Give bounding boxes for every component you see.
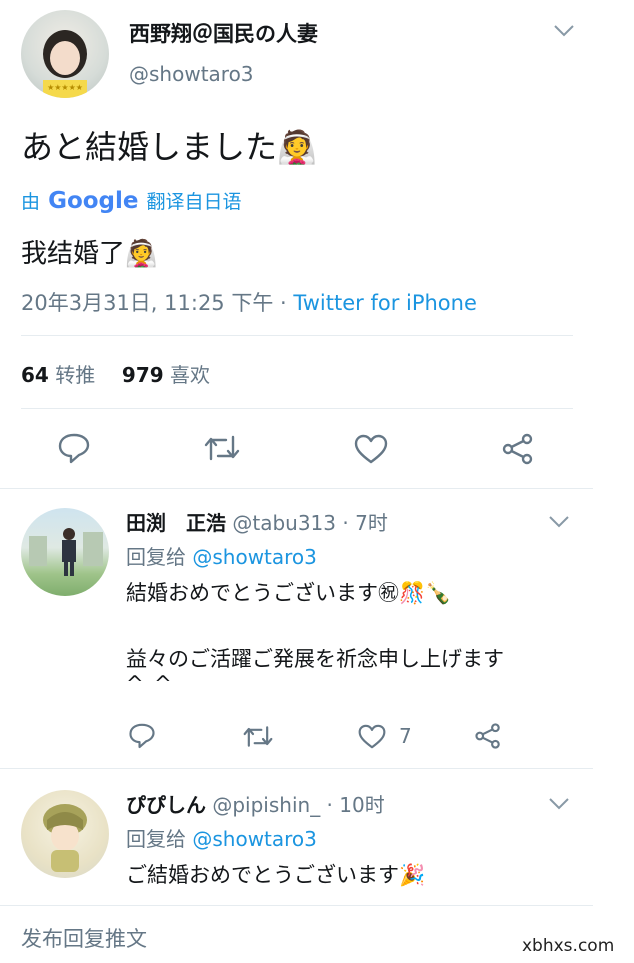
reply-text-line: ^_^ — [126, 672, 172, 690]
svg-text:★★★★★: ★★★★★ — [47, 83, 83, 92]
likes-count[interactable]: 979 — [122, 363, 164, 387]
tweet-text: あと結婚しました👰 — [21, 128, 317, 166]
reply-prefix: 回复给 — [126, 545, 186, 569]
reply-author-handle[interactable]: @tabu313 — [232, 511, 336, 535]
retweet-icon[interactable] — [242, 724, 274, 749]
reply-avatar[interactable] — [21, 508, 109, 596]
retweets-label[interactable]: 转推 — [55, 363, 95, 387]
share-icon[interactable] — [501, 432, 535, 466]
reply-to-handle[interactable]: @showtaro3 — [192, 545, 317, 569]
divider — [0, 488, 593, 489]
reply-icon[interactable] — [57, 432, 91, 464]
reply-text-line: ご結婚おめでとうございます🎉 — [126, 863, 426, 887]
reply-context: 回复给 @showtaro3 — [126, 541, 317, 570]
tweet-source-link[interactable]: Twitter for iPhone — [293, 291, 477, 315]
reply-author-handle[interactable]: @pipishin_ — [212, 793, 320, 817]
compose-reply-input[interactable]: 发布回复推文 — [21, 923, 147, 953]
tweet-date: 20年3月31日, 11:25 下午 — [21, 291, 274, 315]
divider — [21, 408, 573, 409]
translated-text: 我结婚了👰 — [21, 239, 158, 269]
chevron-down-icon[interactable] — [548, 515, 570, 529]
translate-bar[interactable]: 由 Google 翻译自日语 — [21, 187, 242, 214]
share-icon[interactable] — [474, 722, 502, 750]
like-icon[interactable] — [358, 724, 386, 749]
reply-time[interactable]: · 10时 — [320, 793, 385, 817]
retweet-icon[interactable] — [203, 433, 241, 463]
reply-text-line: 結婚おめでとうございます㊗🎊🍾 — [126, 581, 452, 605]
likes-label[interactable]: 喜欢 — [170, 363, 210, 387]
divider — [0, 905, 593, 906]
reply-prefix: 回复给 — [126, 827, 186, 851]
reply-author-name[interactable]: ぴぴしん — [126, 793, 206, 817]
chevron-down-icon[interactable] — [548, 797, 570, 811]
author-handle[interactable]: @showtaro3 — [129, 62, 254, 86]
reply-header: ぴぴしん @pipishin_ · 10时 — [126, 789, 385, 818]
reply-icon[interactable] — [128, 722, 156, 749]
reply-time[interactable]: · 7时 — [336, 511, 387, 535]
author-name[interactable]: 西野翔＠国民の人妻 — [129, 18, 318, 48]
chevron-down-icon[interactable] — [553, 24, 575, 38]
reply-avatar[interactable] — [21, 790, 109, 878]
retweets-count[interactable]: 64 — [21, 363, 49, 387]
reply-header: 田渕 正浩 @tabu313 · 7时 — [126, 507, 388, 536]
translate-suffix: 翻译自日语 — [146, 191, 242, 213]
divider — [21, 335, 573, 336]
translate-prefix: 由 — [21, 191, 41, 213]
tweet-stats: 64 转推 979 喜欢 — [21, 359, 210, 388]
watermark: xbhxs.com — [522, 936, 615, 956]
author-avatar[interactable]: ★★★★★ — [21, 10, 109, 98]
google-logo: Google — [48, 188, 139, 214]
reply-to-handle[interactable]: @showtaro3 — [192, 827, 317, 851]
like-count[interactable]: 7 — [399, 724, 412, 748]
reply-author-name[interactable]: 田渕 正浩 — [126, 511, 226, 535]
tweet-meta: 20年3月31日, 11:25 下午 · Twitter for iPhone — [21, 287, 477, 317]
reply-text-line: 益々のご活躍ご発展を祈念申し上げます — [126, 647, 504, 671]
like-icon[interactable] — [354, 434, 388, 464]
reply-context: 回复给 @showtaro3 — [126, 823, 317, 852]
meta-separator: · — [273, 291, 294, 315]
divider — [0, 768, 593, 769]
